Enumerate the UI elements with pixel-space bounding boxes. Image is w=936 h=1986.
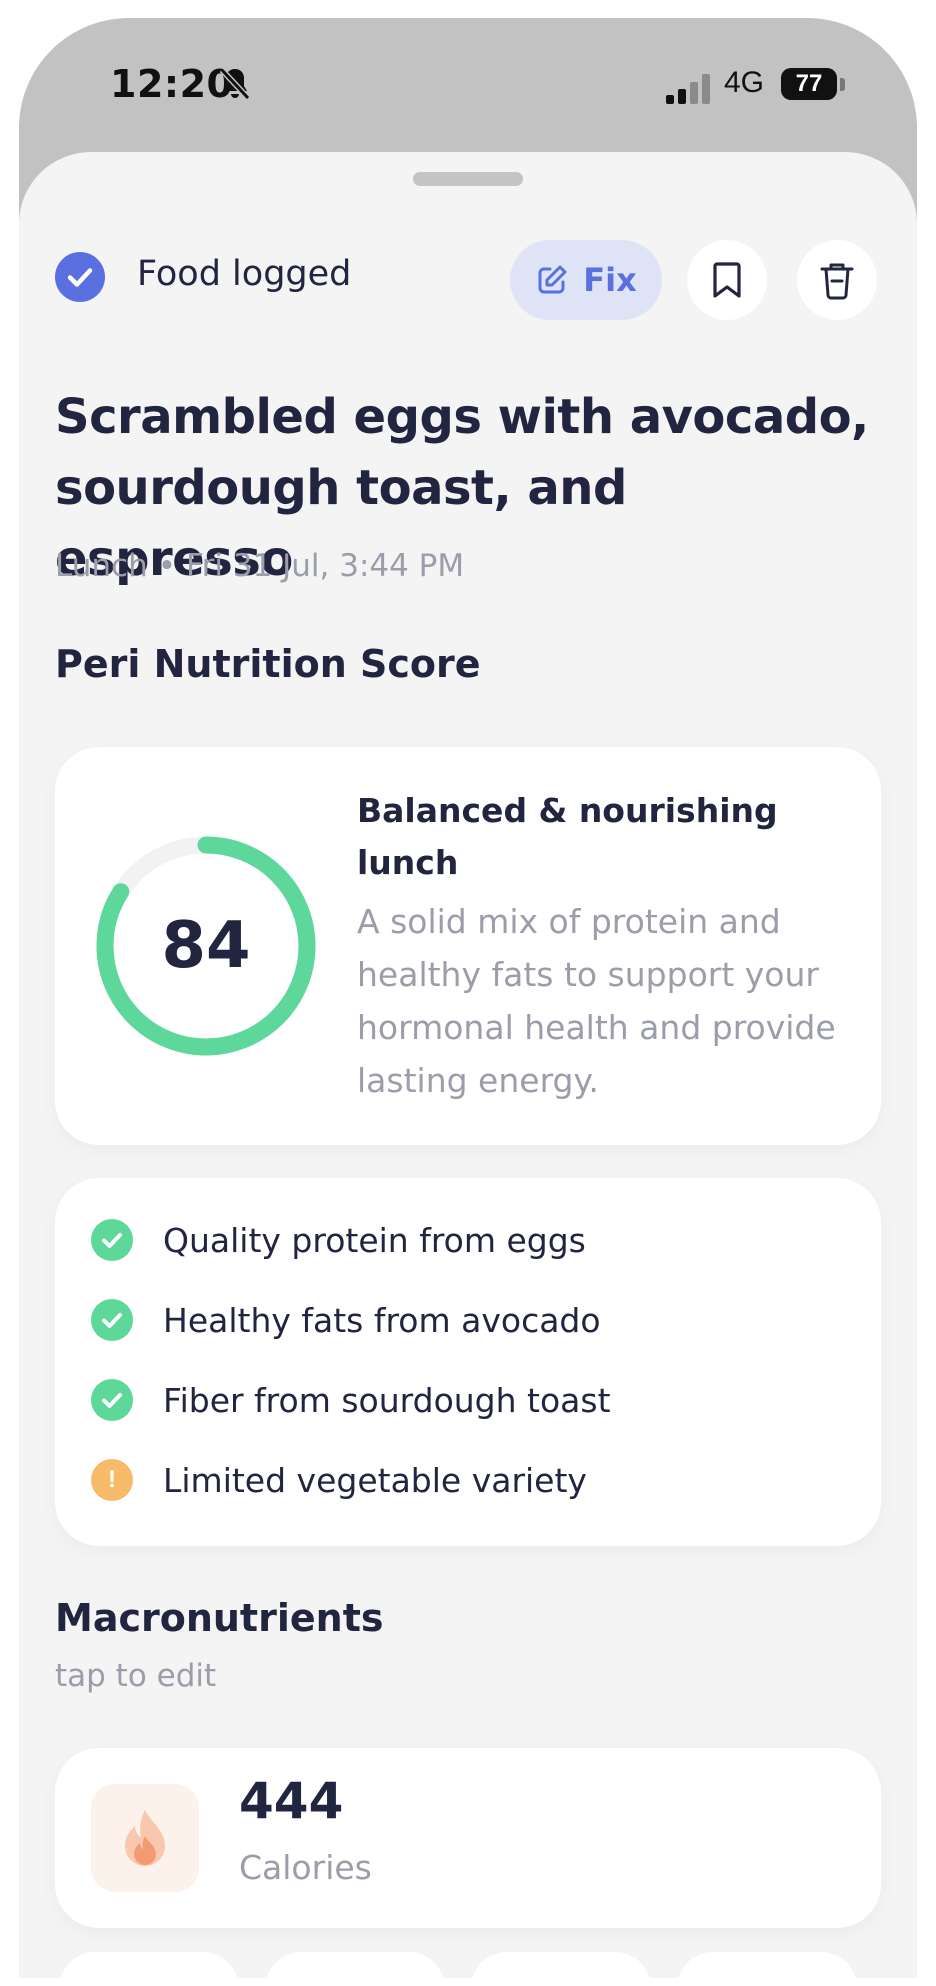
meal-datetime: Fri 31 Jul, 3:44 PM	[186, 548, 465, 584]
delete-button[interactable]	[797, 240, 877, 320]
score-value: 84	[161, 909, 251, 983]
calories-card[interactable]: 444 Calories	[55, 1748, 881, 1928]
score-summary-title: Balanced & nourishing lunch	[357, 791, 778, 882]
macro-card-peek[interactable]	[677, 1952, 857, 1978]
trash-icon	[820, 263, 854, 300]
fix-button[interactable]: Fix	[510, 240, 662, 320]
check-circle-icon	[91, 1219, 133, 1261]
fix-label: Fix	[583, 261, 637, 299]
macro-card-peek[interactable]	[59, 1952, 239, 1978]
calories-label: Calories	[239, 1848, 372, 1887]
network-type: 4G	[724, 66, 765, 99]
sheet-grab-handle[interactable]	[413, 172, 523, 186]
battery-icon: 77	[781, 68, 837, 100]
score-heading: Peri Nutrition Score	[55, 642, 481, 686]
list-item: Healthy fats from avocado	[91, 1296, 601, 1344]
score-card: 84 Balanced & nourishing lunch A solid m…	[55, 747, 881, 1145]
bookmark-icon	[713, 262, 741, 298]
phone-frame: 12:20 4G 77 Food logged Fix Scrambled eg…	[19, 18, 917, 1978]
point-label: Healthy fats from avocado	[163, 1300, 601, 1340]
list-item: Fiber from sourdough toast	[91, 1376, 611, 1424]
status-time: 12:20	[110, 62, 234, 106]
bookmark-button[interactable]	[687, 240, 767, 320]
nutrition-points-card: Quality protein from eggs Healthy fats f…	[55, 1178, 881, 1546]
macro-card-peek[interactable]	[471, 1952, 651, 1978]
flame-icon	[91, 1784, 199, 1892]
check-circle-icon	[91, 1379, 133, 1421]
warning-circle-icon: !	[91, 1459, 133, 1501]
bell-slash-icon	[219, 67, 251, 101]
macros-subheading: tap to edit	[55, 1658, 217, 1694]
macros-heading: Macronutrients	[55, 1596, 384, 1640]
point-label: Limited vegetable variety	[163, 1460, 587, 1500]
status-bar: 12:20 4G 77	[19, 18, 917, 148]
macro-card-peek[interactable]	[265, 1952, 445, 1978]
point-label: Quality protein from eggs	[163, 1220, 586, 1260]
edit-icon	[538, 265, 567, 294]
signal-icon	[666, 74, 710, 104]
battery-tip	[840, 78, 845, 91]
score-description: A solid mix of protein and healthy fats …	[357, 902, 836, 1100]
point-label: Fiber from sourdough toast	[163, 1380, 611, 1420]
meal-type: Lunch	[55, 548, 148, 584]
check-circle-icon	[91, 1299, 133, 1341]
meta-separator: •	[157, 548, 177, 584]
list-item: ! Limited vegetable variety	[91, 1456, 587, 1504]
calories-value[interactable]: 444	[239, 1772, 343, 1830]
list-item: Quality protein from eggs	[91, 1216, 586, 1264]
food-detail-sheet: Food logged Fix Scrambled eggs with avoc…	[19, 152, 917, 1978]
check-circle-icon	[55, 252, 105, 302]
meal-meta: Lunch • Fri 31 Jul, 3:44 PM	[55, 548, 464, 584]
food-logged-label: Food logged	[137, 254, 352, 294]
